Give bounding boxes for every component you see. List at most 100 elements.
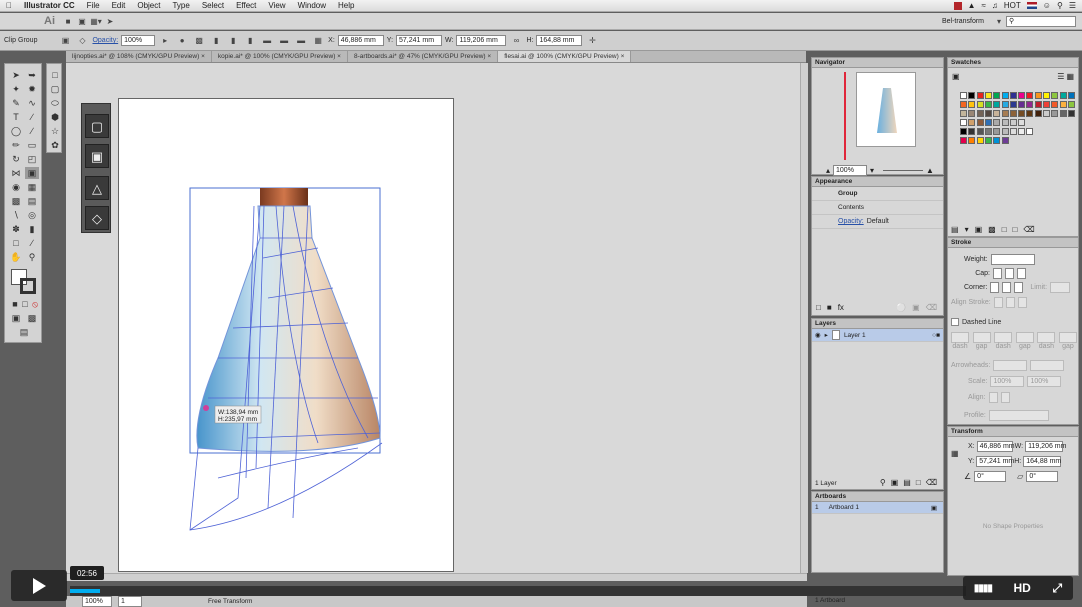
- drive-icon[interactable]: ▲: [968, 1, 976, 10]
- color-swatch[interactable]: [976, 92, 984, 99]
- arrowhead-start-select[interactable]: [993, 360, 1028, 371]
- navigator-title[interactable]: Navigator: [812, 58, 943, 68]
- color-swatch[interactable]: [1043, 92, 1050, 99]
- tab-8-artboards[interactable]: 8-artboards.ai* @ 47% (CMYK/GPU Preview)…: [348, 51, 499, 62]
- color-swatch[interactable]: [968, 137, 976, 144]
- zoom-in-icon[interactable]: ▲: [926, 166, 934, 175]
- fullscreen-icon[interactable]: ⤢: [1053, 581, 1063, 596]
- selection-tool-icon[interactable]: ➤: [9, 69, 23, 81]
- hot-label[interactable]: HOT: [1004, 1, 1021, 10]
- color-swatch[interactable]: [993, 137, 1001, 144]
- reference-point-icon[interactable]: ▦: [311, 35, 325, 47]
- color-swatch[interactable]: [1026, 128, 1034, 135]
- paintbrush-tool-icon[interactable]: ∕: [25, 125, 39, 137]
- flag-icon[interactable]: [1026, 2, 1037, 9]
- artboard-row[interactable]: 1 Artboard 1 ▣: [812, 502, 943, 514]
- menu-select[interactable]: Select: [196, 1, 230, 10]
- color-swatch[interactable]: [1001, 110, 1009, 117]
- new-stroke-icon[interactable]: □: [816, 303, 821, 312]
- menu-edit[interactable]: Edit: [106, 1, 132, 10]
- artboard-options-icon[interactable]: ▣: [931, 504, 937, 512]
- color-swatch[interactable]: [960, 128, 967, 135]
- color-swatch[interactable]: [1051, 101, 1059, 108]
- color-swatch[interactable]: [976, 128, 984, 135]
- artboards-title[interactable]: Artboards: [812, 492, 943, 502]
- color-swatch[interactable]: [960, 101, 967, 108]
- color-swatch[interactable]: [984, 101, 992, 108]
- column-graph-tool-icon[interactable]: ▮: [25, 223, 39, 235]
- scale-start-input[interactable]: 100%: [990, 376, 1025, 387]
- polygon-shape-icon[interactable]: ⬢: [48, 111, 62, 123]
- thumbnail-view-icon[interactable]: ▦: [1066, 72, 1074, 81]
- color-swatch[interactable]: [984, 92, 992, 99]
- horizontal-scrollbar[interactable]: [66, 573, 807, 581]
- color-swatch[interactable]: [1009, 92, 1017, 99]
- status-zoom[interactable]: 100%: [82, 596, 112, 607]
- screen-mode-icon[interactable]: ▤: [17, 326, 31, 338]
- free-transform-icon[interactable]: ▣: [85, 144, 109, 168]
- hand-tool-icon[interactable]: ✋: [9, 251, 23, 263]
- align-vcenter-icon[interactable]: ▬: [277, 35, 291, 47]
- artboard-name[interactable]: Artboard 1: [829, 504, 859, 511]
- pen-tool-icon[interactable]: ✎: [9, 97, 23, 109]
- weight-input[interactable]: [990, 254, 1035, 265]
- line-tool-icon[interactable]: ∕: [25, 111, 39, 123]
- send-icon[interactable]: ➤: [103, 15, 117, 27]
- rounded-rect-icon[interactable]: ▢: [48, 83, 62, 95]
- align-top-icon[interactable]: ▬: [260, 35, 274, 47]
- color-swatch[interactable]: [1001, 101, 1009, 108]
- swatch-fill-stroke-icon[interactable]: ▣: [952, 72, 960, 81]
- new-swatch-icon[interactable]: □: [1013, 225, 1018, 234]
- gap-input-2[interactable]: [1015, 332, 1034, 343]
- color-swatch[interactable]: [1018, 101, 1026, 108]
- round-join-icon[interactable]: [1002, 282, 1012, 293]
- color-swatch[interactable]: [1067, 110, 1075, 117]
- direct-selection-tool-icon[interactable]: ➥: [25, 69, 39, 81]
- layer-row[interactable]: ◉ ▸ Layer 1 ○■: [812, 329, 943, 342]
- appearance-group[interactable]: Group: [812, 187, 943, 201]
- volume-icon[interactable]: ♫: [992, 1, 998, 10]
- layers-title[interactable]: Layers: [812, 319, 943, 329]
- color-swatch[interactable]: [1009, 119, 1017, 126]
- layer-expand-icon[interactable]: ▸: [825, 331, 828, 339]
- add-effect-icon[interactable]: fx: [838, 303, 844, 312]
- pencil-tool-icon[interactable]: ✏: [9, 139, 23, 151]
- free-transform-tool-icon[interactable]: ▣: [25, 167, 39, 179]
- fill-stroke-icon[interactable]: [11, 269, 37, 295]
- color-swatch[interactable]: [976, 137, 984, 144]
- edit-contents-icon[interactable]: ◇: [75, 35, 89, 47]
- status-page[interactable]: 1: [118, 596, 142, 607]
- tab-lijnopties[interactable]: lijnopties.ai* @ 108% (CMYK/GPU Preview)…: [66, 51, 212, 62]
- help-search-input[interactable]: ⚲: [1006, 15, 1076, 27]
- align-to-icon[interactable]: ▩: [192, 35, 206, 47]
- list-icon[interactable]: ☰: [1069, 1, 1076, 10]
- tab-flesai[interactable]: flesai.ai @ 100% (CMYK/GPU Preview) ×: [498, 51, 632, 62]
- x-input[interactable]: 46,886 mm: [337, 35, 384, 46]
- color-swatch[interactable]: [993, 128, 1001, 135]
- new-sublayer-icon[interactable]: ▤: [903, 478, 911, 487]
- video-progress-bar[interactable]: [70, 586, 966, 596]
- projecting-cap-icon[interactable]: [1017, 268, 1026, 279]
- artboard-tool-icon[interactable]: □: [9, 237, 23, 249]
- color-swatch[interactable]: [1001, 119, 1009, 126]
- swatch-grid[interactable]: [950, 92, 1078, 182]
- stroke-title[interactable]: Stroke: [948, 238, 1078, 248]
- dashed-line-checkbox[interactable]: [951, 318, 959, 326]
- color-swatch[interactable]: [1001, 128, 1009, 135]
- navigator-view-box[interactable]: [844, 72, 846, 160]
- layer-name[interactable]: Layer 1: [844, 332, 866, 339]
- menu-effect[interactable]: Effect: [230, 1, 262, 10]
- new-layer-icon[interactable]: □: [916, 478, 921, 487]
- menu-help[interactable]: Help: [332, 1, 360, 10]
- y-input[interactable]: 57,241 mm: [396, 35, 443, 46]
- color-swatch[interactable]: [1043, 101, 1050, 108]
- symbol-sprayer-tool-icon[interactable]: ✽: [9, 223, 23, 235]
- arrange-documents-icon[interactable]: ▦▾: [89, 15, 103, 27]
- rectangle-shape-icon[interactable]: □: [48, 69, 62, 81]
- constrain-icon[interactable]: ▢: [85, 114, 109, 138]
- color-swatch[interactable]: [968, 119, 976, 126]
- color-swatch[interactable]: [968, 101, 976, 108]
- align-bottom-icon[interactable]: ▬: [294, 35, 308, 47]
- ellipse-tool-icon[interactable]: ◯: [9, 125, 23, 137]
- layer-target-icon[interactable]: ○■: [932, 332, 940, 339]
